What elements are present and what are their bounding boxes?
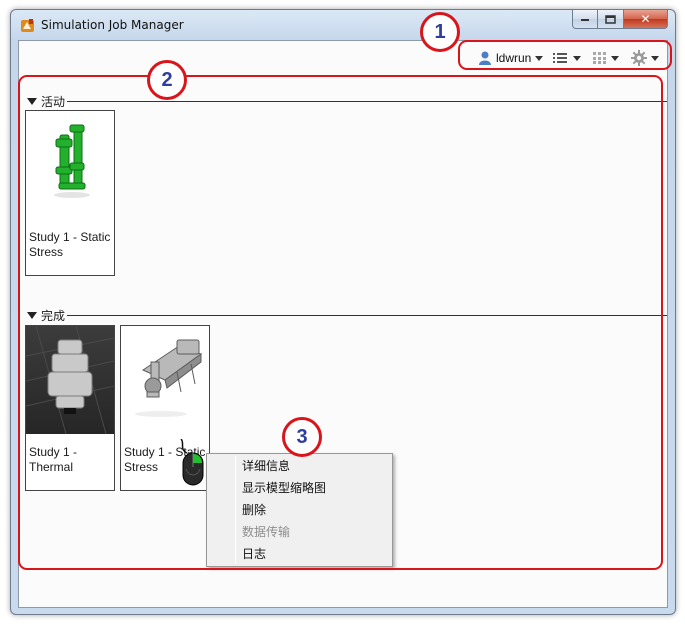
close-icon: ✕: [640, 12, 651, 26]
maximize-button[interactable]: [598, 10, 624, 29]
window-title: Simulation Job Manager: [41, 18, 184, 32]
close-button[interactable]: ✕: [624, 10, 668, 29]
callout-frame-job-list: [18, 75, 663, 570]
maximize-icon: [605, 14, 616, 24]
callout-badge-1: 1: [420, 12, 460, 52]
title-bar[interactable]: Simulation Job Manager ✕: [11, 10, 675, 40]
callout-badge-2: 2: [147, 60, 187, 100]
app-icon: [21, 19, 34, 32]
caption-buttons: ✕: [572, 10, 668, 30]
callout-frame-toolbar: [458, 40, 672, 70]
minimize-icon: [581, 19, 589, 21]
minimize-button[interactable]: [572, 10, 598, 29]
callout-badge-3: 3: [282, 417, 322, 457]
